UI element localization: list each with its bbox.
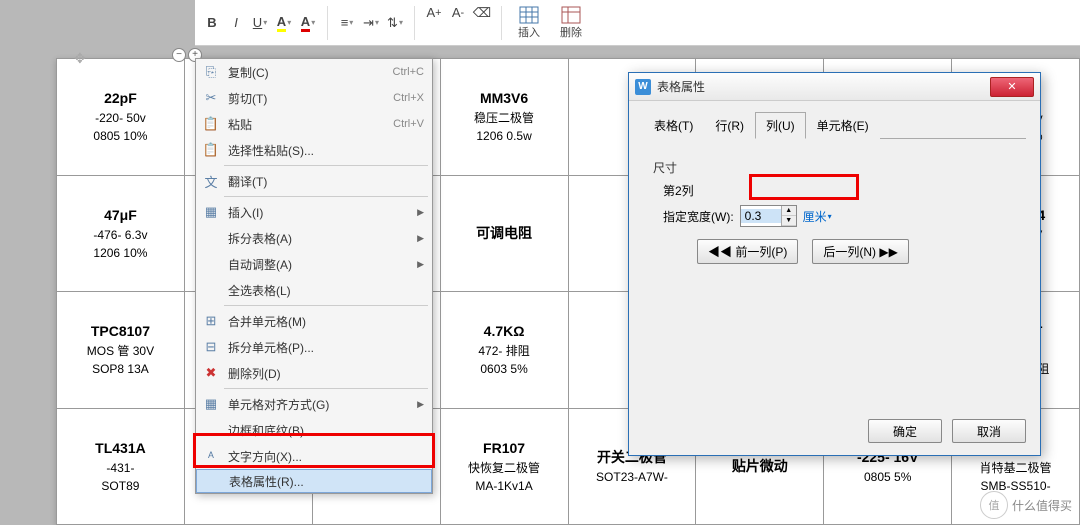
ctx-table-props[interactable]: 表格属性(R)... [196,469,432,493]
column-number-label: 第2列 [663,182,694,199]
bold-button[interactable]: B [201,12,223,34]
ctx-translate[interactable]: 文翻译(T) [196,168,432,194]
ctx-merge[interactable]: ⊞合并单元格(M) [196,308,432,334]
clear-format-button[interactable]: ⌫ [471,2,493,24]
next-col-button[interactable]: 后一列(N) ▶▶ [812,239,908,264]
ctx-cut[interactable]: ✂剪切(T)Ctrl+X [196,85,432,111]
dialog-titlebar[interactable]: W 表格属性 ✕ [629,73,1040,101]
copy-icon: ⎘ [202,63,220,81]
watermark: 值 什么值得买 [980,491,1072,519]
dialog-tabs: 表格(T) 行(R) 列(U) 单元格(E) [643,111,1026,139]
width-label: 指定宽度(W): [663,208,734,225]
table-cell[interactable]: FR107快恢复二极管MA-1Kv1A [440,408,568,525]
tab-cell[interactable]: 单元格(E) [806,112,880,139]
tab-table[interactable]: 表格(T) [643,112,704,139]
table-anchor-icon[interactable]: ✥ [74,50,86,67]
ctx-split-cell[interactable]: ⊟拆分单元格(P)... [196,334,432,360]
table-delete-button[interactable]: 删除 [552,6,590,40]
ctx-border[interactable]: 边框和底纹(B)... [196,417,432,443]
watermark-icon: 值 [980,491,1008,519]
ctx-align[interactable]: ▦单元格对齐方式(G)▶ [196,391,432,417]
app-icon: W [635,79,651,95]
tab-column[interactable]: 列(U) [755,112,806,139]
indent-button[interactable]: ⇥▾ [360,12,382,34]
tab-row[interactable]: 行(R) [704,112,755,139]
table-cell[interactable]: TL431A-431-SOT89 [57,408,185,525]
table-cell[interactable]: 22pF-220- 50v0805 10% [57,59,185,176]
ctx-copy[interactable]: ⎘复制(C)Ctrl+C [196,59,432,85]
split-icon: ⊟ [202,338,220,356]
table-insert-button[interactable]: 插入 [510,6,548,40]
font-color-button[interactable]: A▾ [297,12,319,34]
spacing-button[interactable]: ⇅▾ [384,12,406,34]
underline-button[interactable]: U▾ [249,12,271,34]
table-cell[interactable]: MM3V6稳压二极管1206 0.5w [440,59,568,176]
zoom-out-button[interactable]: − [172,48,186,62]
cancel-button[interactable]: 取消 [952,419,1026,443]
ok-button[interactable]: 确定 [868,419,942,443]
size-label: 尺寸 [653,159,1016,176]
highlight-button[interactable]: A▾ [273,12,295,34]
ctx-special-paste[interactable]: 📋选择性粘贴(S)... [196,137,432,163]
width-spinner[interactable]: ▲▼ [740,205,797,227]
ctx-select-all[interactable]: 全选表格(L) [196,277,432,303]
textdir-icon: ᴬ [202,447,220,465]
ctx-split-table[interactable]: 拆分表格(A)▶ [196,225,432,251]
grid-icon: ▦ [202,203,220,221]
ctx-insert[interactable]: ▦插入(I)▶ [196,199,432,225]
italic-button[interactable]: I [225,12,247,34]
ctx-paste[interactable]: 📋粘贴Ctrl+V [196,111,432,137]
merge-icon: ⊞ [202,312,220,330]
paste-special-icon: 📋 [202,141,220,159]
ctx-autofit[interactable]: 自动调整(A)▶ [196,251,432,277]
ctx-text-dir[interactable]: ᴬ文字方向(X)... [196,443,432,469]
table-cell[interactable]: TPC8107MOS 管 30VSOP8 13A [57,292,185,409]
dialog-title: 表格属性 [657,78,990,95]
align-button[interactable]: ≡▾ [336,12,358,34]
align-icon: ▦ [202,395,220,413]
font-grow-button[interactable]: A+ [423,2,445,24]
table-props-dialog: W 表格属性 ✕ 表格(T) 行(R) 列(U) 单元格(E) 尺寸 第2列 指… [628,72,1041,456]
spin-down[interactable]: ▼ [782,216,796,226]
prev-col-button[interactable]: ◀◀ 前一列(P) [697,239,798,264]
table-cell[interactable]: 4.7KΩ472- 排阻0603 5% [440,292,568,409]
paste-icon: 📋 [202,115,220,133]
ribbon: B I U▾ A▾ A▾ ≡▾ ⇥▾ ⇅▾ A+ A- ⌫ 插入 删除 [195,0,1080,46]
spin-up[interactable]: ▲ [782,206,796,216]
table-cell[interactable]: 可调电阻 [440,175,568,292]
ctx-delete-col[interactable]: ✖删除列(D) [196,360,432,386]
width-input[interactable] [741,209,781,223]
table-cell[interactable]: 47μF-476- 6.3v1206 10% [57,175,185,292]
context-menu: ⎘复制(C)Ctrl+C ✂剪切(T)Ctrl+X 📋粘贴Ctrl+V 📋选择性… [195,58,433,494]
font-shrink-button[interactable]: A- [447,2,469,24]
delete-col-icon: ✖ [202,364,220,382]
close-button[interactable]: ✕ [990,77,1034,97]
cut-icon: ✂ [202,89,220,107]
unit-select[interactable]: 厘米▾ [803,208,832,225]
translate-icon: 文 [202,172,220,190]
